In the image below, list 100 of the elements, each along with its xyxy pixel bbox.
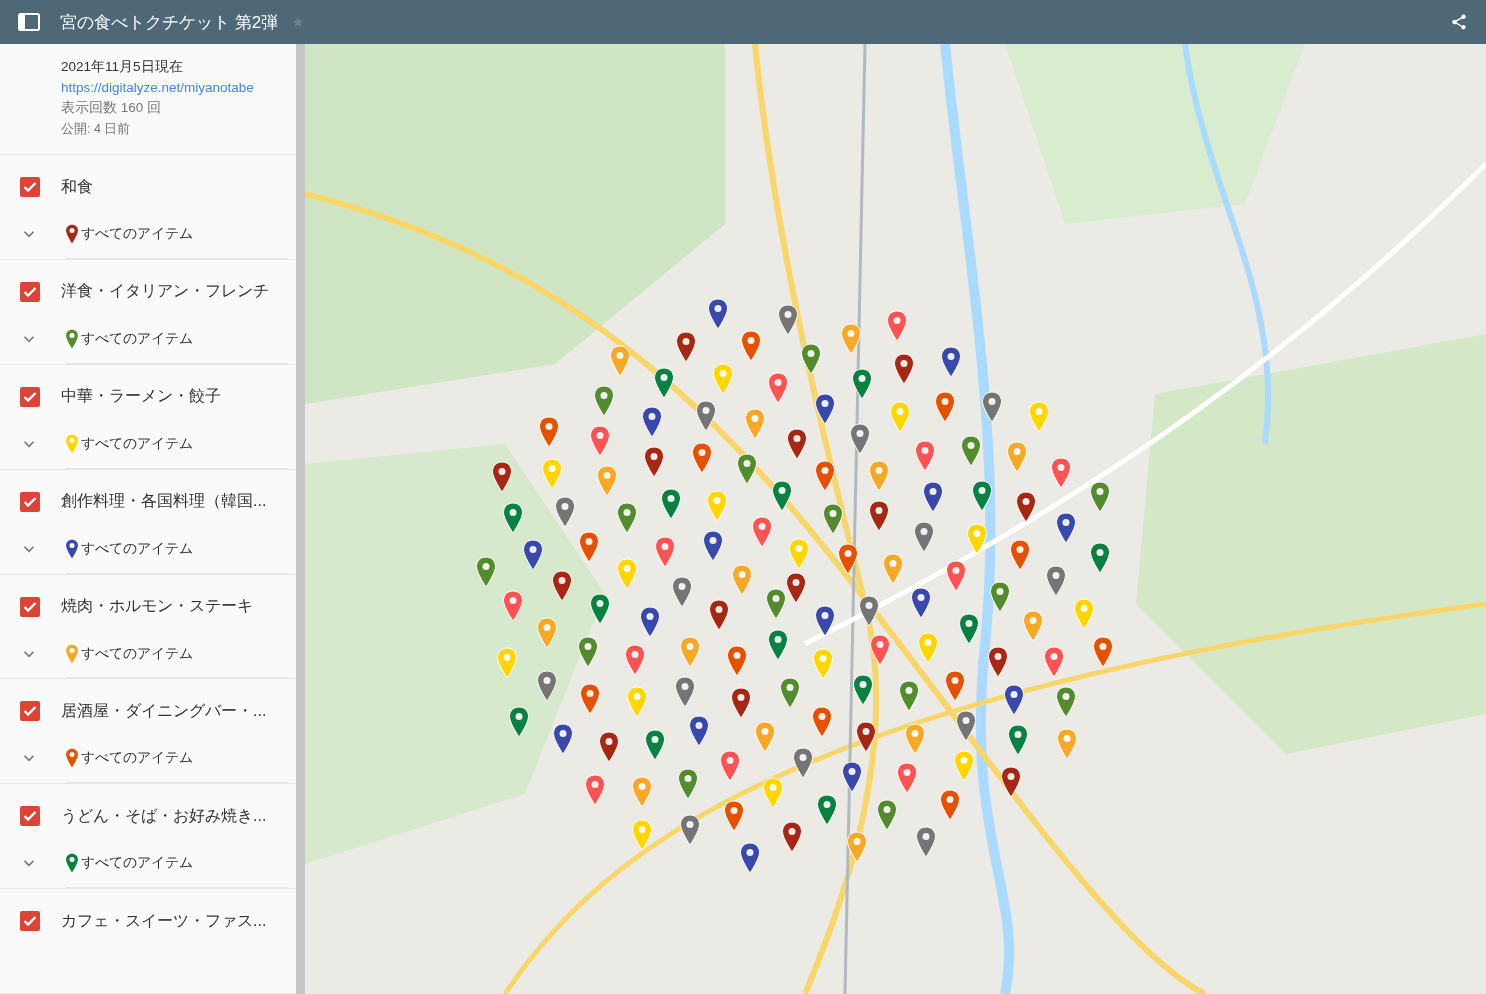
map-pin-icon[interactable] — [764, 588, 787, 621]
map-pin-icon[interactable] — [671, 576, 694, 609]
map-pin-icon[interactable] — [852, 674, 875, 706]
map-pin-icon[interactable] — [550, 570, 573, 603]
map-pin-icon[interactable] — [811, 705, 834, 738]
map-pin-icon[interactable] — [799, 343, 822, 376]
map-pin-icon[interactable] — [986, 646, 1009, 679]
map-pin-icon[interactable] — [940, 346, 963, 379]
map-pin-icon[interactable] — [690, 441, 713, 474]
map-pin-icon[interactable] — [971, 480, 993, 513]
map-link[interactable]: https://digitalyze.net/miyanotabe — [61, 80, 276, 95]
map-pin-icon[interactable] — [1089, 541, 1112, 574]
map-pin-icon[interactable] — [551, 722, 574, 755]
map-pin-icon[interactable] — [934, 391, 957, 424]
map-pin-icon[interactable] — [597, 731, 620, 764]
map-pin-icon[interactable] — [1055, 512, 1078, 545]
map-pin-icon[interactable] — [854, 721, 877, 754]
map-pin-icon[interactable] — [910, 586, 933, 619]
layer-checkbox[interactable] — [20, 911, 40, 932]
map-pin-icon[interactable] — [576, 636, 599, 669]
map-pin-icon[interactable] — [785, 428, 808, 460]
map-pin-icon[interactable] — [675, 330, 698, 363]
all-items-link[interactable]: すべてのアイテム — [81, 644, 193, 663]
layer-checkbox[interactable] — [20, 281, 40, 302]
map-pin-icon[interactable] — [1054, 685, 1077, 718]
map-pin-icon[interactable] — [1009, 539, 1032, 572]
map-pin-icon[interactable] — [1000, 765, 1023, 798]
map-pin-icon[interactable] — [702, 530, 725, 563]
map-pin-icon[interactable] — [723, 799, 746, 832]
map-pin-icon[interactable] — [771, 479, 794, 512]
map-pin-icon[interactable] — [578, 530, 601, 563]
layer-checkbox[interactable] — [20, 701, 40, 722]
map-pin-icon[interactable] — [694, 400, 717, 433]
map-pin-icon[interactable] — [490, 460, 513, 493]
star-icon[interactable] — [292, 16, 305, 28]
map-pin-icon[interactable] — [875, 798, 898, 831]
map-pin-icon[interactable] — [767, 628, 790, 661]
map-pin-icon[interactable] — [643, 729, 666, 762]
map-pin-icon[interactable] — [589, 593, 612, 626]
map-pin-icon[interactable] — [868, 500, 890, 533]
sidebar-toggle-icon[interactable] — [18, 13, 40, 31]
map-pin-icon[interactable] — [922, 481, 945, 514]
map-pin-icon[interactable] — [989, 581, 1012, 614]
layer-checkbox[interactable] — [20, 491, 40, 512]
map-pin-icon[interactable] — [914, 825, 937, 858]
map-pin-icon[interactable] — [725, 645, 748, 678]
map-pin-icon[interactable] — [954, 710, 977, 742]
all-items-link[interactable]: すべてのアイテム — [81, 225, 193, 243]
map-pin-icon[interactable] — [848, 422, 871, 455]
all-items-link[interactable]: すべてのアイテム — [81, 329, 193, 348]
map-pin-icon[interactable] — [945, 560, 968, 593]
map-pin-icon[interactable] — [735, 452, 758, 485]
map-pin-icon[interactable] — [521, 538, 544, 571]
map-pin-icon[interactable] — [1089, 481, 1112, 513]
map-pin-icon[interactable] — [780, 821, 803, 854]
map-pin-icon[interactable] — [1015, 491, 1038, 524]
map-pin-icon[interactable] — [738, 841, 761, 874]
map-pin-icon[interactable] — [837, 543, 860, 576]
map-pin-icon[interactable] — [938, 789, 961, 822]
map-pin-icon[interactable] — [822, 503, 844, 536]
map-pin-icon[interactable] — [688, 715, 711, 748]
map-pin-icon[interactable] — [674, 676, 697, 709]
map-pin-icon[interactable] — [944, 670, 967, 703]
map-pin-icon[interactable] — [579, 683, 602, 716]
map-pin-icon[interactable] — [912, 520, 935, 553]
map-pin-icon[interactable] — [792, 746, 815, 779]
map-pin-icon[interactable] — [501, 501, 524, 534]
share-icon[interactable] — [1450, 13, 1468, 31]
map-pin-icon[interactable] — [813, 392, 836, 425]
map-pin-icon[interactable] — [785, 572, 807, 604]
map-pin-icon[interactable] — [814, 605, 837, 637]
map-pin-icon[interactable] — [553, 496, 576, 529]
all-items-link[interactable]: すべてのアイテム — [81, 434, 193, 453]
map-pin-icon[interactable] — [615, 502, 638, 535]
map-pin-icon[interactable] — [1006, 724, 1029, 757]
map-pin-icon[interactable] — [814, 459, 837, 492]
map-pin-icon[interactable] — [779, 676, 802, 709]
map-pin-icon[interactable] — [841, 760, 864, 793]
map-pin-icon[interactable] — [641, 405, 664, 438]
map-pin-icon[interactable] — [642, 446, 665, 479]
map-pin-icon[interactable] — [638, 605, 661, 638]
map-pin-icon[interactable] — [739, 330, 762, 363]
map-pin-icon[interactable] — [535, 669, 558, 702]
map-pin-icon[interactable] — [960, 434, 983, 467]
map-pin-icon[interactable] — [706, 298, 729, 331]
layer-checkbox[interactable] — [20, 386, 40, 407]
map-pin-icon[interactable] — [980, 391, 1003, 424]
map-pin-icon[interactable] — [474, 555, 497, 588]
map-pin-icon[interactable] — [679, 813, 702, 846]
map-pin-icon[interactable] — [538, 416, 561, 449]
map-pin-icon[interactable] — [507, 705, 530, 738]
map-pin-icon[interactable] — [776, 303, 799, 336]
layer-checkbox[interactable] — [20, 177, 40, 197]
map-pin-icon[interactable] — [897, 680, 920, 713]
map-pin-icon[interactable] — [815, 794, 838, 827]
map-pin-icon[interactable] — [708, 599, 731, 632]
map-pin-icon[interactable] — [1045, 564, 1068, 597]
all-items-link[interactable]: すべてのアイテム — [81, 749, 193, 768]
map-pin-icon[interactable] — [593, 384, 616, 417]
map-pin-icon[interactable] — [850, 367, 873, 400]
